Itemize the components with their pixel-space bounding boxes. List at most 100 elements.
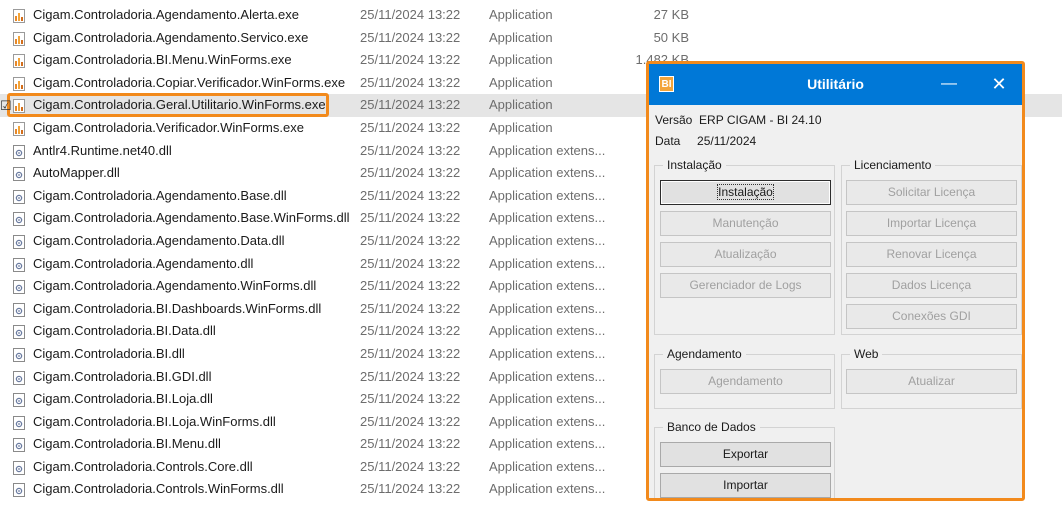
dados-licenca-button[interactable]: Dados Licença bbox=[846, 273, 1017, 298]
exe-icon bbox=[13, 121, 25, 136]
file-name: Cigam.Controladoria.Agendamento.WinForms… bbox=[33, 278, 317, 294]
file-date: 25/11/2024 13:22 bbox=[360, 278, 461, 294]
importar-licenca-button[interactable]: Importar Licença bbox=[846, 211, 1017, 236]
file-type: Application extens... bbox=[489, 481, 606, 497]
file-row[interactable]: Cigam.Controladoria.Agendamento.Servico.… bbox=[0, 27, 1062, 50]
file-size: 50 KB bbox=[653, 29, 689, 45]
date-value: 25/11/2024 bbox=[697, 134, 757, 148]
file-date: 25/11/2024 13:22 bbox=[360, 210, 461, 226]
file-date: 25/11/2024 13:22 bbox=[360, 187, 461, 203]
banco-dados-group-label: Banco de Dados bbox=[663, 420, 760, 434]
file-date: 25/11/2024 13:22 bbox=[360, 255, 461, 271]
file-type: Application extens... bbox=[489, 391, 606, 407]
file-date: 25/11/2024 13:22 bbox=[360, 300, 461, 316]
solicitar-licenca-button[interactable]: Solicitar Licença bbox=[846, 180, 1017, 205]
file-date: 25/11/2024 13:22 bbox=[360, 458, 461, 474]
dll-icon bbox=[13, 370, 25, 385]
file-type: Application bbox=[489, 119, 553, 135]
licenciamento-group: Licenciamento Solicitar Licença Importar… bbox=[841, 158, 1022, 335]
file-type: Application bbox=[489, 7, 553, 22]
web-group: Web Atualizar bbox=[841, 347, 1022, 409]
selected-file-highlight bbox=[7, 93, 329, 117]
file-name: Cigam.Controladoria.Agendamento.Base.Win… bbox=[33, 210, 350, 226]
file-name: Cigam.Controladoria.Controls.WinForms.dl… bbox=[33, 481, 284, 497]
dll-icon bbox=[13, 415, 25, 430]
gerenciador-logs-button[interactable]: Gerenciador de Logs bbox=[660, 273, 831, 298]
file-date: 25/11/2024 13:22 bbox=[360, 142, 461, 158]
agendamento-group-label: Agendamento bbox=[663, 347, 746, 361]
file-name: Cigam.Controladoria.Agendamento.dll bbox=[33, 255, 254, 271]
dll-icon bbox=[13, 482, 25, 498]
agendamento-group: Agendamento Agendamento bbox=[654, 347, 835, 409]
dll-icon bbox=[13, 347, 25, 362]
version-value: ERP CIGAM - BI 24.10 bbox=[699, 113, 822, 127]
checkbox-mark: ☑ bbox=[0, 98, 12, 113]
dll-icon bbox=[13, 257, 25, 272]
file-date: 25/11/2024 13:22 bbox=[360, 165, 461, 181]
file-name: Cigam.Controladoria.BI.Data.dll bbox=[33, 323, 216, 339]
dll-icon bbox=[13, 437, 25, 453]
instalacao-group-label: Instalação bbox=[663, 158, 726, 172]
file-type: Application bbox=[489, 52, 553, 68]
dll-icon bbox=[13, 392, 25, 408]
file-type: Application extens... bbox=[489, 368, 606, 384]
dll-icon bbox=[13, 324, 25, 340]
file-date: 25/11/2024 13:22 bbox=[360, 52, 461, 68]
file-type: Application bbox=[489, 29, 553, 45]
file-date: 25/11/2024 13:22 bbox=[360, 368, 461, 384]
dialog-titlebar[interactable]: BI Utilitário — ✕ bbox=[649, 64, 1022, 105]
file-date: 25/11/2024 13:22 bbox=[360, 29, 461, 45]
file-name: AutoMapper.dll bbox=[33, 165, 120, 181]
file-type: Application extens... bbox=[489, 300, 606, 316]
file-type: Application extens... bbox=[489, 210, 606, 226]
close-button[interactable]: ✕ bbox=[991, 74, 1007, 94]
file-name: Cigam.Controladoria.BI.dll bbox=[33, 345, 185, 361]
file-type: Application extens... bbox=[489, 436, 606, 452]
file-row[interactable]: Cigam.Controladoria.Agendamento.Alerta.e… bbox=[0, 4, 1062, 27]
file-type: Application extens... bbox=[489, 278, 606, 294]
file-name: Cigam.Controladoria.Agendamento.Data.dll bbox=[33, 232, 285, 248]
file-date: 25/11/2024 13:22 bbox=[360, 97, 461, 113]
renovar-licenca-button[interactable]: Renovar Licença bbox=[846, 242, 1017, 267]
instalacao-button[interactable]: Instalação bbox=[660, 180, 831, 205]
dll-icon bbox=[13, 279, 25, 295]
atualizar-web-button[interactable]: Atualizar bbox=[846, 369, 1017, 394]
atualizacao-button[interactable]: Atualização bbox=[660, 242, 831, 267]
file-name: Cigam.Controladoria.Verificador.WinForms… bbox=[33, 119, 304, 135]
exportar-button[interactable]: Exportar bbox=[660, 442, 831, 467]
file-type: Application extens... bbox=[489, 165, 606, 181]
manutencao-button[interactable]: Manutenção bbox=[660, 211, 831, 236]
dll-icon bbox=[13, 460, 25, 475]
file-date: 25/11/2024 13:22 bbox=[360, 391, 461, 407]
file-name: Cigam.Controladoria.BI.GDI.dll bbox=[33, 368, 212, 384]
file-name: Cigam.Controladoria.BI.Menu.WinForms.exe bbox=[33, 52, 292, 68]
exe-icon bbox=[13, 31, 25, 46]
instalacao-group: Instalação Instalação Manutenção Atualiz… bbox=[654, 158, 835, 335]
file-name: Cigam.Controladoria.BI.Loja.dll bbox=[33, 391, 213, 407]
file-size: 27 KB bbox=[653, 7, 689, 22]
file-date: 25/11/2024 13:22 bbox=[360, 345, 461, 361]
file-type: Application extens... bbox=[489, 323, 606, 339]
agendamento-button[interactable]: Agendamento bbox=[660, 369, 831, 394]
file-date: 25/11/2024 13:22 bbox=[360, 413, 461, 429]
minimize-button[interactable]: — bbox=[941, 74, 957, 94]
file-type: Application extens... bbox=[489, 255, 606, 271]
file-name: Cigam.Controladoria.BI.Loja.WinForms.dll bbox=[33, 413, 276, 429]
importar-button[interactable]: Importar bbox=[660, 473, 831, 498]
file-date: 25/11/2024 13:22 bbox=[360, 232, 461, 248]
file-type: Application extens... bbox=[489, 142, 606, 158]
licenciamento-group-label: Licenciamento bbox=[850, 158, 936, 172]
file-name: Cigam.Controladoria.BI.Dashboards.WinFor… bbox=[33, 300, 322, 316]
dll-icon bbox=[13, 211, 25, 227]
file-type: Application bbox=[489, 97, 553, 113]
date-line: Data 25/11/2024 bbox=[655, 134, 756, 148]
dll-icon bbox=[13, 144, 25, 159]
version-line: Versão ERP CIGAM - BI 24.10 bbox=[655, 113, 822, 127]
dialog-title: Utilitário bbox=[807, 76, 864, 92]
conexoes-gdi-button[interactable]: Conexões GDI bbox=[846, 304, 1017, 329]
file-type: Application extens... bbox=[489, 458, 606, 474]
file-date: 25/11/2024 13:22 bbox=[360, 74, 461, 90]
file-type: Application extens... bbox=[489, 232, 606, 248]
file-date: 25/11/2024 13:22 bbox=[360, 323, 461, 339]
date-label: Data bbox=[655, 134, 681, 148]
